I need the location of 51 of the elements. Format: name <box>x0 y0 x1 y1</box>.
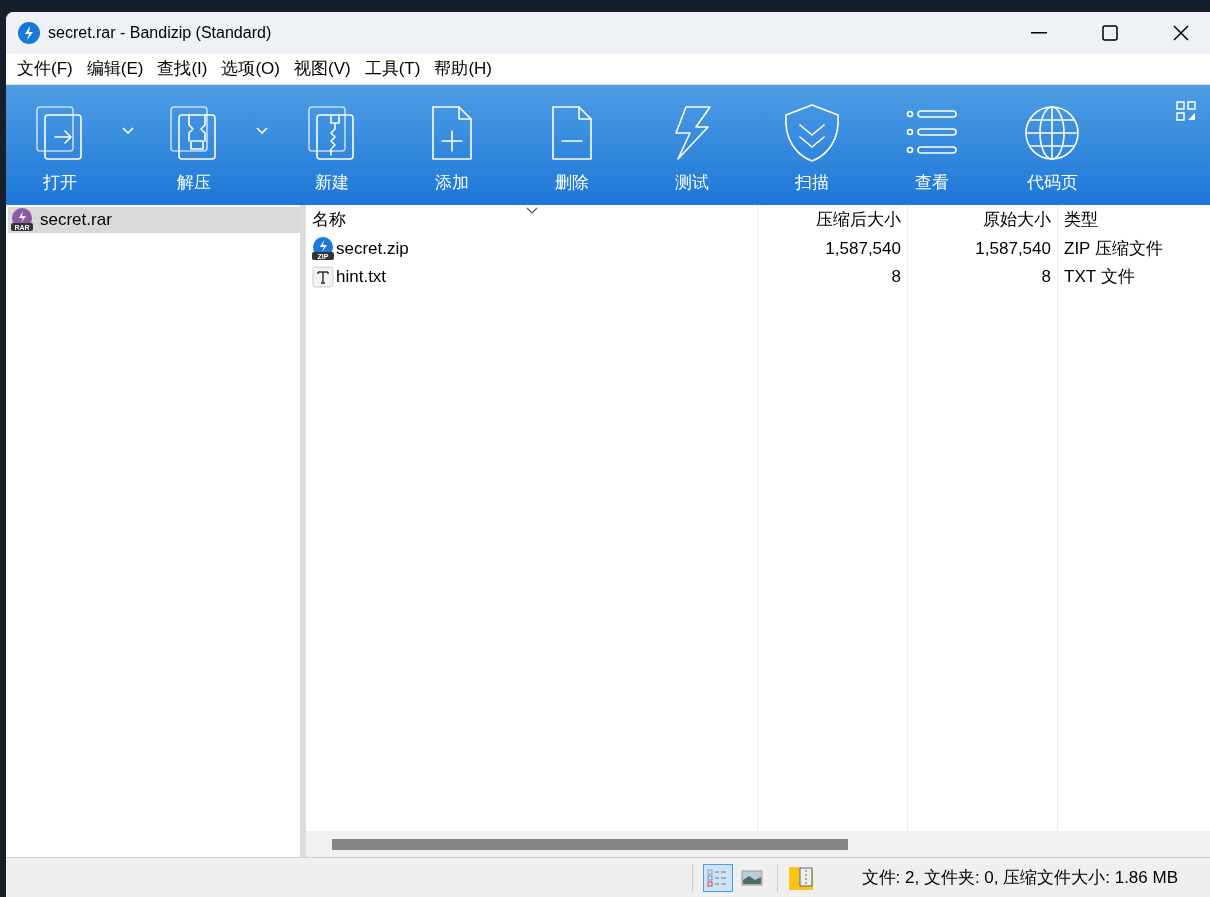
minimize-icon <box>1031 32 1047 34</box>
status-text: 文件: 2, 文件夹: 0, 压缩文件大小: 1.86 MB <box>861 866 1178 889</box>
menu-item[interactable]: 工具(T) <box>357 56 428 82</box>
column-header[interactable]: 名称 <box>306 205 757 235</box>
file-row[interactable]: hint.txt 8 8 TXT 文件 <box>306 263 1210 291</box>
toolbar-button[interactable]: 扫描 <box>762 103 862 195</box>
toolbar-button[interactable]: 查看 <box>882 103 982 195</box>
toolbar-button[interactable]: 打开 <box>10 103 110 195</box>
toolbar-button[interactable]: 测试 <box>642 103 742 195</box>
menu-item[interactable]: 编辑(E) <box>79 56 151 82</box>
globe-icon <box>1024 105 1080 161</box>
open-file-icon <box>35 105 85 161</box>
sort-caret-icon <box>526 207 538 214</box>
add-file-icon <box>429 105 475 161</box>
menu-item[interactable]: 视图(V) <box>287 56 358 82</box>
window-title: secret.rar - Bandizip (Standard) <box>48 23 272 43</box>
shield-icon <box>782 103 842 163</box>
dropdown-caret-icon[interactable] <box>256 127 268 135</box>
toolbar-button[interactable]: 代码页 <box>1002 103 1102 195</box>
table-cell-text: 8 <box>891 266 901 289</box>
table-cell-text: 1,587,540 <box>975 238 1051 261</box>
details-view-button[interactable] <box>702 863 733 892</box>
toolbar-button[interactable]: 删除 <box>522 103 622 195</box>
table-cell-text: TXT 文件 <box>1064 266 1135 289</box>
layout-grid-icon[interactable] <box>1176 101 1196 121</box>
table-cell-text: 8 <box>1041 266 1051 289</box>
column-header[interactable]: 原始大小 <box>907 205 1057 235</box>
zipper-file-icon <box>307 105 357 161</box>
menu-item[interactable]: 查找(I) <box>150 56 215 82</box>
table-cell-text: ZIP 压缩文件 <box>1064 238 1163 261</box>
menu-item[interactable]: 选项(O) <box>214 56 287 82</box>
app-logo-icon <box>18 22 40 44</box>
text-file-icon <box>312 266 334 288</box>
dropdown-caret-icon[interactable] <box>122 127 134 135</box>
column-header[interactable]: 压缩后大小 <box>757 205 907 235</box>
menu-item[interactable]: 文件(F) <box>10 56 80 82</box>
maximize-icon <box>1102 25 1118 41</box>
lightning-icon <box>672 105 712 161</box>
table-cell-text: hint.txt <box>336 266 387 289</box>
column-header[interactable]: 类型 <box>1057 205 1210 235</box>
table-cell-text: 1,587,540 <box>825 238 901 261</box>
toolbar-button[interactable]: 解压 <box>144 103 244 195</box>
toolbar-button[interactable]: 添加 <box>402 103 502 195</box>
horizontal-scrollbar[interactable] <box>306 831 1210 857</box>
menu-item[interactable]: 帮助(H) <box>427 56 499 82</box>
remove-file-icon <box>549 105 595 161</box>
toolbar-button[interactable]: 新建 <box>282 103 382 195</box>
table-cell-text: secret.zip <box>336 238 409 261</box>
close-icon <box>1173 25 1189 41</box>
scrollbar-thumb[interactable] <box>332 838 848 850</box>
zipper-file-icon <box>169 105 219 161</box>
